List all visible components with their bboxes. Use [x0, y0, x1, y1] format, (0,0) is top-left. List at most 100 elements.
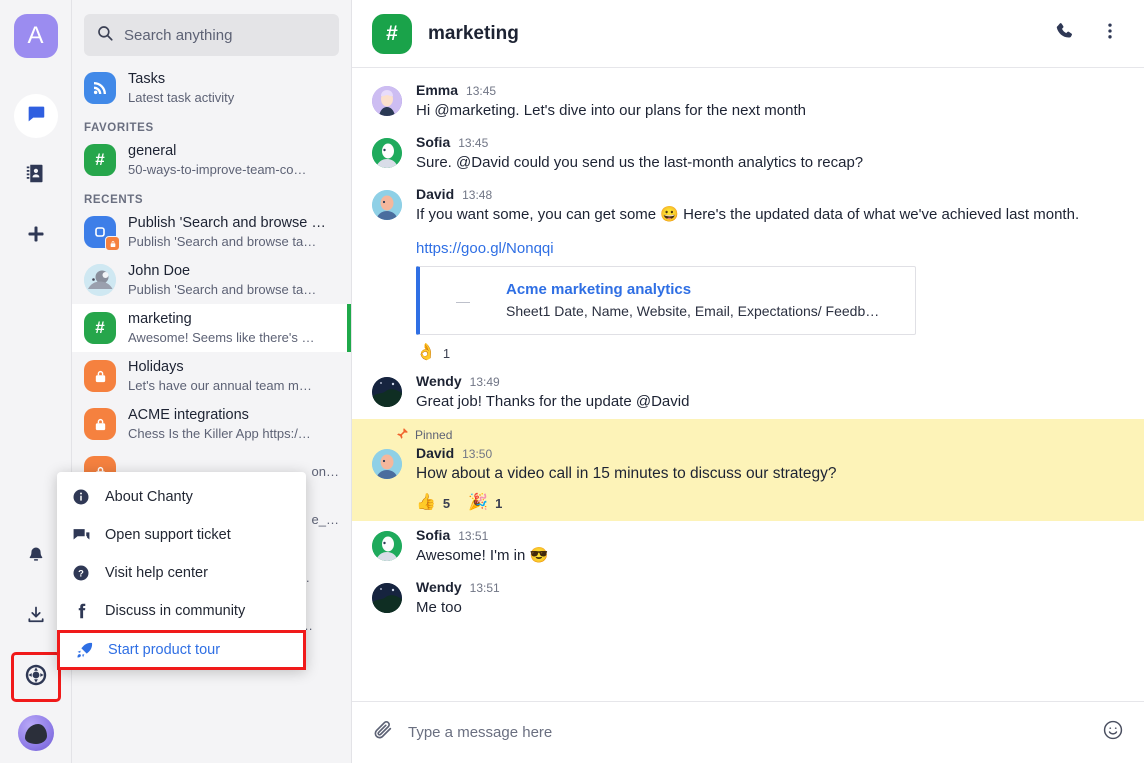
message-author: Sofia — [416, 134, 450, 150]
message-link[interactable]: https://goo.gl/Nonqqi — [416, 226, 554, 257]
link-preview-body: Acme marketing analytics Sheet1 Date, Na… — [506, 279, 886, 322]
rss-icon — [84, 72, 116, 104]
sidebar-section-favorites: FAVORITES — [72, 112, 351, 136]
message-list: Emma 13:45 Hi @marketing. Let's dive int… — [352, 68, 1144, 701]
reaction-emoji: 🎉 — [468, 495, 488, 511]
sidebar-item-holidays[interactable]: Holidays Let's have our annual team m… — [72, 352, 351, 400]
sidebar-item-marketing-wrap: # marketing Awesome! Seems like there's … — [72, 304, 351, 352]
message-header: Wendy 13:49 — [416, 373, 1124, 389]
message: David 13:48 If you want some, you can ge… — [352, 180, 1144, 367]
reaction-pill[interactable]: 👍 5 — [416, 495, 450, 511]
paperclip-icon[interactable] — [372, 719, 394, 746]
pin-icon — [396, 427, 409, 443]
message-body: Wendy 13:51 Me too — [416, 579, 1124, 619]
sidebar-item-publish-task[interactable]: Publish 'Search and browse … Publish 'Se… — [72, 208, 351, 256]
search-placeholder: Search anything — [124, 27, 232, 44]
hash-icon: # — [372, 14, 412, 54]
menu-item-about-chanty[interactable]: About Chanty — [57, 478, 306, 516]
message-header: David 13:50 — [416, 445, 1124, 461]
chat-icon — [25, 103, 47, 130]
lifebuoy-icon — [24, 663, 48, 692]
sidebar-item-marketing[interactable]: # marketing Awesome! Seems like there's … — [72, 304, 351, 352]
sidebar-item-tasks[interactable]: Tasks Latest task activity — [72, 64, 351, 112]
sidebar-item-subtitle: Publish 'Search and browse ta… — [128, 233, 339, 251]
message: Emma 13:45 Hi @marketing. Let's dive int… — [352, 76, 1144, 128]
sidebar-item-subtitle: Chess Is the Killer App https:/… — [128, 425, 339, 443]
facebook-icon — [71, 602, 91, 620]
menu-item-label: Visit help center — [105, 565, 208, 581]
message-body: Sofia 13:45 Sure. @David could you send … — [416, 134, 1124, 174]
sidebar-item-acme-integrations[interactable]: ACME integrations Chess Is the Killer Ap… — [72, 400, 351, 448]
reaction-pill[interactable]: 👌 1 — [416, 345, 450, 361]
page-title: marketing — [428, 23, 1034, 45]
menu-item-discuss-in-community[interactable]: Discuss in community — [57, 592, 306, 630]
message-text: Great job! Thanks for the update @David — [416, 389, 1124, 413]
avatar — [372, 583, 402, 613]
plus-icon — [26, 224, 46, 249]
message-body: Emma 13:45 Hi @marketing. Let's dive int… — [416, 82, 1124, 122]
sidebar-item-subtitle: 50-ways-to-improve-team-co… — [128, 161, 339, 179]
phone-icon — [1054, 29, 1076, 46]
message-input[interactable]: Type a message here — [408, 724, 1088, 741]
message-time: 13:49 — [470, 375, 500, 389]
more-vertical-icon — [1100, 28, 1120, 45]
add-button[interactable] — [14, 214, 58, 258]
help-button[interactable] — [14, 655, 58, 699]
message: Wendy 13:49 Great job! Thanks for the up… — [352, 367, 1144, 419]
avatar — [372, 86, 402, 116]
chat-header: # marketing — [352, 0, 1144, 68]
sidebar-section-recents: RECENTS — [72, 184, 351, 208]
message-text: Awesome! I'm in 😎 — [416, 543, 1124, 567]
search-input[interactable]: Search anything — [84, 14, 339, 56]
sidebar-item-text: Publish 'Search and browse … Publish 'Se… — [128, 214, 339, 251]
sidebar-item-contacts[interactable] — [14, 154, 58, 198]
sidebar-item-title: Tasks — [128, 70, 339, 89]
message-text: How about a video call in 15 minutes to … — [416, 461, 1124, 485]
reaction-pill[interactable]: 🎉 1 — [468, 495, 502, 511]
bell-icon — [26, 545, 46, 570]
sidebar-item-general[interactable]: # general 50-ways-to-improve-team-co… — [72, 136, 351, 184]
message: Wendy 13:51 Me too — [352, 573, 1144, 625]
sidebar-item-john-doe[interactable]: John Doe Publish 'Search and browse ta… — [72, 256, 351, 304]
message-time: 13:51 — [458, 529, 488, 543]
message-author: David — [416, 445, 454, 461]
message-time: 13:45 — [458, 136, 488, 150]
menu-item-visit-help-center[interactable]: ? Visit help center — [57, 554, 306, 592]
link-preview-description: Sheet1 Date, Name, Website, Email, Expec… — [506, 301, 886, 322]
pinned-label: Pinned — [415, 428, 452, 442]
more-options-button[interactable] — [1096, 21, 1124, 46]
notifications-button[interactable] — [14, 535, 58, 579]
emoji-icon[interactable] — [1102, 719, 1124, 746]
sidebar-item-chat[interactable] — [14, 94, 58, 138]
message-author: Wendy — [416, 373, 462, 389]
menu-item-open-support-ticket[interactable]: Open support ticket — [57, 516, 306, 554]
pinned-message-wrap: Pinned David 13:50 — [352, 419, 1144, 521]
call-button[interactable] — [1050, 20, 1080, 47]
message-header: Emma 13:45 — [416, 82, 1124, 98]
reaction-bar: 👍 5 🎉 1 — [416, 485, 1124, 511]
message-header: Wendy 13:51 — [416, 579, 1124, 595]
support-chat-icon — [71, 526, 91, 545]
reaction-bar: 👌 1 — [416, 335, 1124, 361]
avatar-icon — [84, 264, 116, 296]
sidebar-item-text: Tasks Latest task activity — [128, 70, 339, 107]
sidebar-item-text: general 50-ways-to-improve-team-co… — [128, 142, 339, 179]
task-icon — [84, 216, 116, 248]
info-icon — [71, 488, 91, 506]
message-author: Emma — [416, 82, 458, 98]
message-header: Sofia 13:51 — [416, 527, 1124, 543]
download-icon — [26, 605, 46, 630]
downloads-button[interactable] — [14, 595, 58, 639]
lock-icon — [84, 360, 116, 392]
user-avatar[interactable] — [18, 715, 54, 751]
hash-icon: # — [84, 312, 116, 344]
sidebar-item-text: Holidays Let's have our annual team m… — [128, 358, 339, 395]
link-preview-title[interactable]: Acme marketing analytics — [506, 279, 886, 301]
message-time: 13:50 — [462, 447, 492, 461]
menu-item-start-product-tour[interactable]: Start product tour — [57, 630, 306, 670]
workspace-avatar[interactable]: A — [14, 14, 58, 58]
message-body: Sofia 13:51 Awesome! I'm in 😎 — [416, 527, 1124, 567]
link-preview-card[interactable]: — Acme marketing analytics Sheet1 Date, … — [416, 266, 916, 335]
menu-item-label: About Chanty — [105, 489, 193, 505]
message-time: 13:51 — [470, 581, 500, 595]
